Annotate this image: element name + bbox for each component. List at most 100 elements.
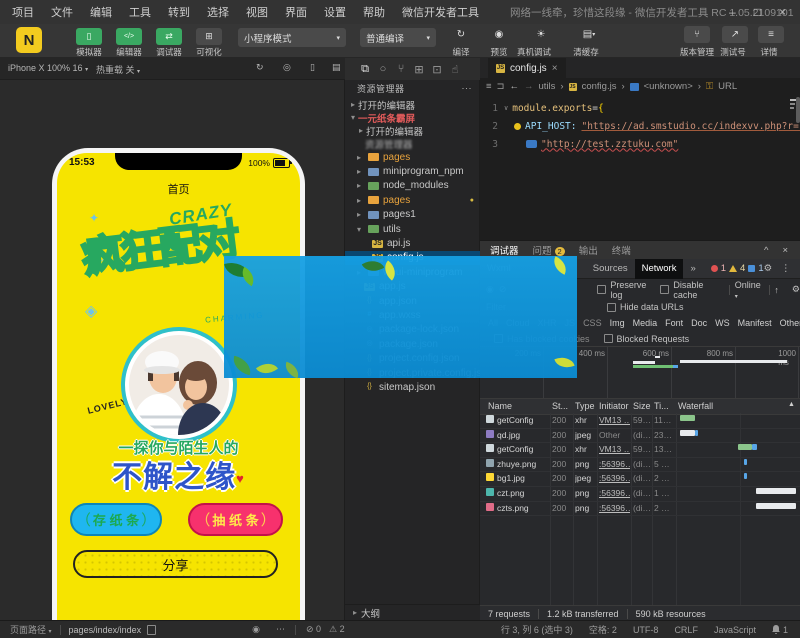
compile-button[interactable]: ↻	[448, 26, 474, 43]
network-row[interactable]: czts.png200png:56396…(di…2 …	[480, 501, 800, 517]
extensions-icon[interactable]: ⊞	[413, 63, 425, 76]
minimize-button[interactable]: –	[729, 5, 736, 19]
maximize-button[interactable]: □	[754, 5, 761, 19]
tree-item[interactable]: JSapi.js	[345, 236, 480, 250]
chip-manifest[interactable]: Manifest	[738, 318, 772, 328]
git-branch-icon[interactable]: ⑂	[395, 63, 407, 75]
errors-status[interactable]: ⊘ 0	[306, 624, 321, 635]
gear-icon[interactable]: ⚙	[764, 263, 773, 274]
files-icon[interactable]: ⧉	[359, 63, 371, 76]
col-initiator[interactable]: Initiator	[599, 401, 629, 411]
search-icon[interactable]: ○	[377, 63, 389, 75]
breadcrumb-symbol[interactable]: <unknown>	[644, 81, 693, 92]
language-mode[interactable]: JavaScript	[714, 625, 756, 635]
tree-item[interactable]: ▸pages●	[345, 193, 480, 207]
col-waterfall[interactable]: Waterfall	[678, 401, 713, 411]
network-row[interactable]: getConfig200xhrVM13 …59…13…	[480, 442, 800, 458]
menu-goto[interactable]: 转到	[168, 4, 190, 20]
more-tabs-icon[interactable]: »	[683, 259, 702, 279]
clear-cache-button[interactable]: ▤▾	[576, 26, 602, 43]
copy-icon[interactable]	[147, 625, 156, 635]
notifications-bell[interactable]: 1	[772, 625, 788, 635]
fold-arrow-icon[interactable]: ∨	[504, 104, 508, 112]
share-button[interactable]: 分享	[73, 550, 278, 578]
tab-config-js[interactable]: JS config.js ×	[488, 58, 566, 78]
debugger-toggle-button[interactable]: ⇄	[156, 28, 182, 45]
bookmark-icon[interactable]: ⊐	[497, 81, 505, 92]
menu-interface[interactable]: 界面	[285, 4, 307, 20]
cursor-position[interactable]: 行 3, 列 6 (选中 3)	[501, 623, 573, 636]
tab-terminal[interactable]: 终端	[612, 243, 631, 257]
blocked-requests-checkbox[interactable]: Blocked Requests	[604, 334, 690, 344]
device-frame-icon[interactable]: ▯	[310, 62, 315, 73]
outline-section[interactable]: ▸大纲	[345, 604, 480, 620]
tab-output[interactable]: 输出	[579, 243, 598, 257]
editor-toggle-button[interactable]: </>	[116, 28, 142, 45]
chip-ws[interactable]: WS	[715, 318, 730, 328]
line-ending[interactable]: CRLF	[674, 625, 698, 635]
tree-item[interactable]: ▸pages	[345, 150, 480, 164]
network-row[interactable]: czt.png200png:56396…(di…1 …	[480, 486, 800, 502]
menu-help[interactable]: 帮助	[363, 4, 385, 20]
save-note-button[interactable]: （存 纸 条）	[70, 503, 162, 536]
menu-project[interactable]: 项目	[12, 4, 34, 20]
editor-scrollbar[interactable]	[796, 97, 800, 123]
close-button[interactable]: ×	[779, 5, 786, 19]
menu-edit[interactable]: 编辑	[90, 4, 112, 20]
warnings-status[interactable]: ⚠ 2	[329, 624, 345, 635]
col-type[interactable]: Type	[575, 401, 595, 411]
more-actions-icon[interactable]: ···	[462, 83, 473, 93]
menu-lines-icon[interactable]: ≡	[486, 81, 492, 92]
menu-tools[interactable]: 工具	[129, 4, 151, 20]
detail-button[interactable]: ≡	[758, 26, 784, 43]
menu-file[interactable]: 文件	[51, 4, 73, 20]
preserve-log-checkbox[interactable]: Preserve log	[597, 280, 655, 300]
import-har-icon[interactable]: ↑	[774, 285, 779, 295]
chip-media[interactable]: Media	[633, 318, 658, 328]
menu-select[interactable]: 选择	[207, 4, 229, 20]
tree-item[interactable]: ▸pages1	[345, 208, 480, 222]
hide-data-urls-checkbox[interactable]: Hide data URLs	[607, 302, 684, 312]
version-manage-button[interactable]: ⑂	[684, 26, 710, 43]
open-editors-section-2[interactable]: ▸打开的编辑器	[345, 124, 480, 137]
breadcrumb-file[interactable]: config.js	[582, 81, 617, 92]
tree-item[interactable]: ▸node_modules	[345, 179, 480, 193]
ellipsis-icon[interactable]: ⋯	[276, 624, 285, 635]
chip-img[interactable]: Img	[610, 318, 625, 328]
preview-button[interactable]: ◉	[486, 26, 512, 43]
chip-other[interactable]: Other	[780, 318, 800, 328]
screenshot-icon[interactable]: ▤	[332, 62, 341, 73]
kebab-menu-icon[interactable]: ⋮	[781, 263, 791, 274]
tree-item[interactable]: ▾utils	[345, 222, 480, 236]
network-settings-gear-icon[interactable]: ⚙	[792, 284, 800, 295]
breadcrumb-folder[interactable]: utils	[539, 81, 556, 92]
tree-item[interactable]: ▸miniprogram_npm	[345, 164, 480, 178]
forward-arrow-icon[interactable]: →	[524, 81, 534, 92]
page-path-selector[interactable]: 页面路径 ▾	[10, 623, 52, 636]
network-row[interactable]: getConfig200xhrVM13 …59…11…	[480, 413, 800, 429]
col-size[interactable]: Size	[633, 401, 651, 411]
chip-doc[interactable]: Doc	[691, 318, 707, 328]
menu-settings[interactable]: 设置	[324, 4, 346, 20]
test-account-button[interactable]: ↗	[722, 26, 748, 43]
visualization-toggle-button[interactable]: ⊞	[196, 28, 222, 45]
code-area[interactable]: 1 ∨ module.exports = { 2 API_HOST: "http…	[480, 95, 800, 240]
draw-note-button[interactable]: （抽 纸 条）	[188, 503, 283, 536]
chip-css[interactable]: CSS	[583, 318, 602, 328]
back-arrow-icon[interactable]: ←	[510, 81, 520, 92]
network-row[interactable]: bg1.jpg200jpeg:56396…(di…2 …	[480, 471, 800, 487]
device-debug-button[interactable]: ☀	[528, 26, 554, 43]
hand-pointer-icon[interactable]: ☝	[449, 63, 461, 76]
close-tab-icon[interactable]: ×	[552, 63, 558, 74]
hot-reload-toggle[interactable]: 热重载 关 ▾	[96, 63, 140, 76]
throttling-select[interactable]: Online ▾	[735, 280, 764, 300]
window-icon[interactable]: ⊡	[431, 63, 443, 76]
project-root[interactable]: ▾一元纸条霸屏	[345, 111, 480, 124]
rotate-icon[interactable]: ↻	[256, 62, 264, 73]
record-icon[interactable]: ◎	[283, 62, 291, 73]
chip-font[interactable]: Font	[665, 318, 683, 328]
col-name[interactable]: Name	[488, 401, 512, 411]
tab-sources[interactable]: Sources	[586, 259, 635, 279]
compile-mode-select[interactable]: 普通编译 ▾	[360, 28, 436, 47]
tab-network[interactable]: Network	[635, 259, 684, 279]
